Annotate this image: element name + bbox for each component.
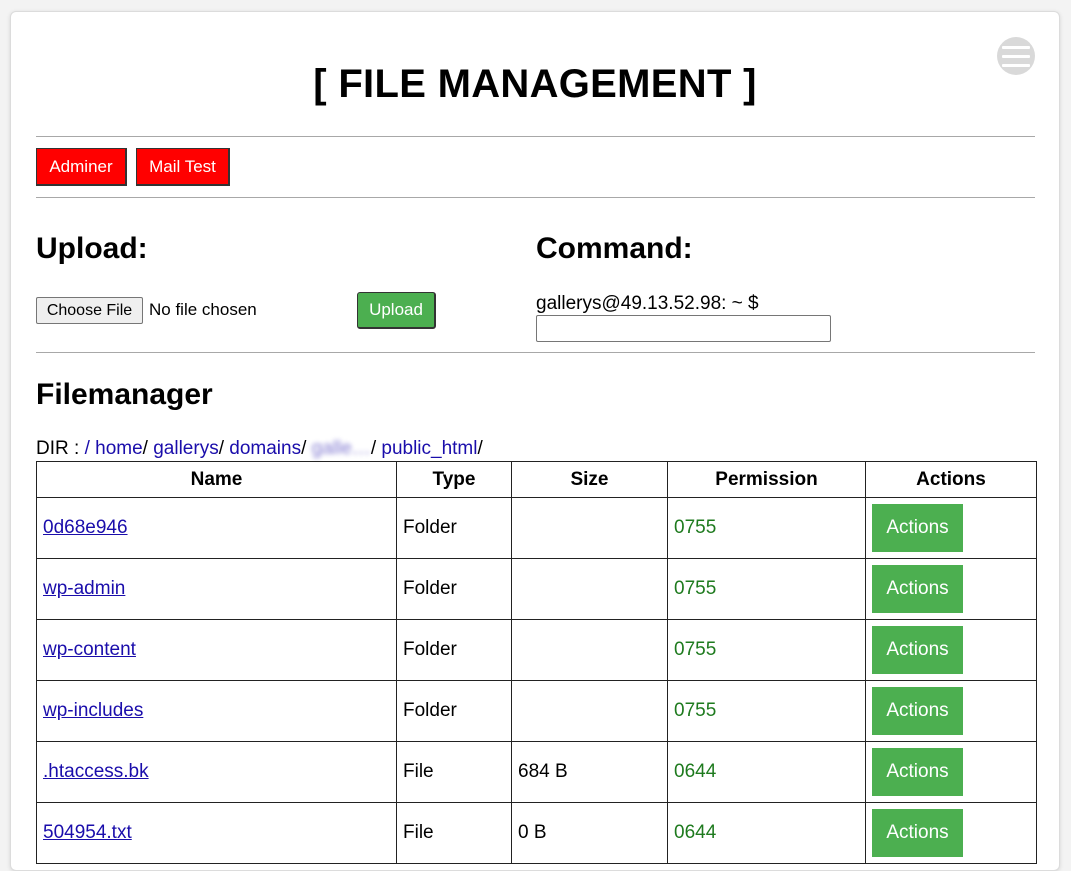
menu-bar [1002,54,1030,58]
actions-cell: Actions [865,558,1037,620]
table-header-row: Name Type Size Permission Actions [36,461,1037,498]
table-row: 504954.txt File 0 B 0644 Actions [36,802,1037,864]
actions-cell: Actions [865,680,1037,742]
actions-button[interactable]: Actions [872,687,963,735]
file-name-link[interactable]: wp-includes [43,700,143,721]
menu-bar [1002,45,1030,49]
divider [36,197,1035,198]
file-name-cell: 0d68e946 [36,497,397,559]
actions-cell: Actions [865,619,1037,681]
actions-button[interactable]: Actions [872,504,963,552]
main-card: [ FILE MANAGEMENT ] Adminer Mail Test Up… [10,11,1060,871]
file-name-link[interactable]: .htaccess.bk [43,761,149,782]
file-name-cell: wp-includes [36,680,397,742]
actions-cell: Actions [865,741,1037,803]
actions-cell: Actions [865,802,1037,864]
file-name-cell: wp-admin [36,558,397,620]
file-name-cell: .htaccess.bk [36,741,397,803]
file-type: Folder [396,497,512,559]
actions-button[interactable]: Actions [872,626,963,674]
file-permission[interactable]: 0755 [667,497,866,559]
file-size [511,558,668,620]
actions-button[interactable]: Actions [872,809,963,857]
table-row: .htaccess.bk File 684 B 0644 Actions [36,741,1037,803]
upload-button[interactable]: Upload [357,292,436,329]
actions-button[interactable]: Actions [872,748,963,796]
filemanager-heading: Filemanager [36,378,213,411]
command-heading: Command: [536,232,693,265]
file-size: 684 B [511,741,668,803]
table-row: wp-content Folder 0755 Actions [36,619,1037,681]
table-row: wp-admin Folder 0755 Actions [36,558,1037,620]
file-name-link[interactable]: 0d68e946 [43,517,128,538]
file-type: File [396,741,512,803]
file-size [511,680,668,742]
file-permission[interactable]: 0644 [667,802,866,864]
file-size [511,497,668,559]
shell-prompt: gallerys@49.13.52.98: ~ $ [536,293,759,314]
page-title: [ FILE MANAGEMENT ] [313,62,757,106]
file-type: Folder [396,558,512,620]
dir-label: DIR : [36,438,80,459]
breadcrumb-domains[interactable]: domains [229,438,301,459]
actions-button[interactable]: Actions [872,565,963,613]
file-type: Folder [396,680,512,742]
breadcrumb-root[interactable]: / [85,438,90,459]
breadcrumb-home[interactable]: home [95,438,143,459]
choose-file-button[interactable]: Choose File [36,297,143,324]
file-permission[interactable]: 0755 [667,619,866,681]
breadcrumb: DIR : / home/ gallerys/ domains/ galle…/… [36,438,483,459]
file-size [511,619,668,681]
col-header-type: Type [396,461,512,498]
file-name-link[interactable]: wp-admin [43,578,125,599]
divider [36,352,1035,353]
col-header-name: Name [36,461,397,498]
file-name-cell: wp-content [36,619,397,681]
actions-cell: Actions [865,497,1037,559]
file-name-link[interactable]: wp-content [43,639,136,660]
file-size: 0 B [511,802,668,864]
file-permission[interactable]: 0755 [667,558,866,620]
file-name-cell: 504954.txt [36,802,397,864]
file-permission[interactable]: 0644 [667,741,866,803]
command-input[interactable] [536,315,831,342]
breadcrumb-user[interactable]: gallerys [153,438,218,459]
adminer-button[interactable]: Adminer [36,148,127,186]
breadcrumb-domain-redacted[interactable]: galle… [312,438,371,459]
file-permission[interactable]: 0755 [667,680,866,742]
breadcrumb-public-html[interactable]: public_html [381,438,477,459]
no-file-label: No file chosen [149,300,257,319]
col-header-permission: Permission [667,461,866,498]
file-table: Name Type Size Permission Actions 0d68e9… [36,461,1037,864]
upload-heading: Upload: [36,232,148,265]
divider [36,136,1035,137]
col-header-size: Size [511,461,668,498]
file-type: File [396,802,512,864]
table-row: wp-includes Folder 0755 Actions [36,680,1037,742]
file-type: Folder [396,619,512,681]
mail-test-button[interactable]: Mail Test [136,148,230,186]
col-header-actions: Actions [865,461,1037,498]
file-name-link[interactable]: 504954.txt [43,822,132,843]
table-row: 0d68e946 Folder 0755 Actions [36,497,1037,559]
